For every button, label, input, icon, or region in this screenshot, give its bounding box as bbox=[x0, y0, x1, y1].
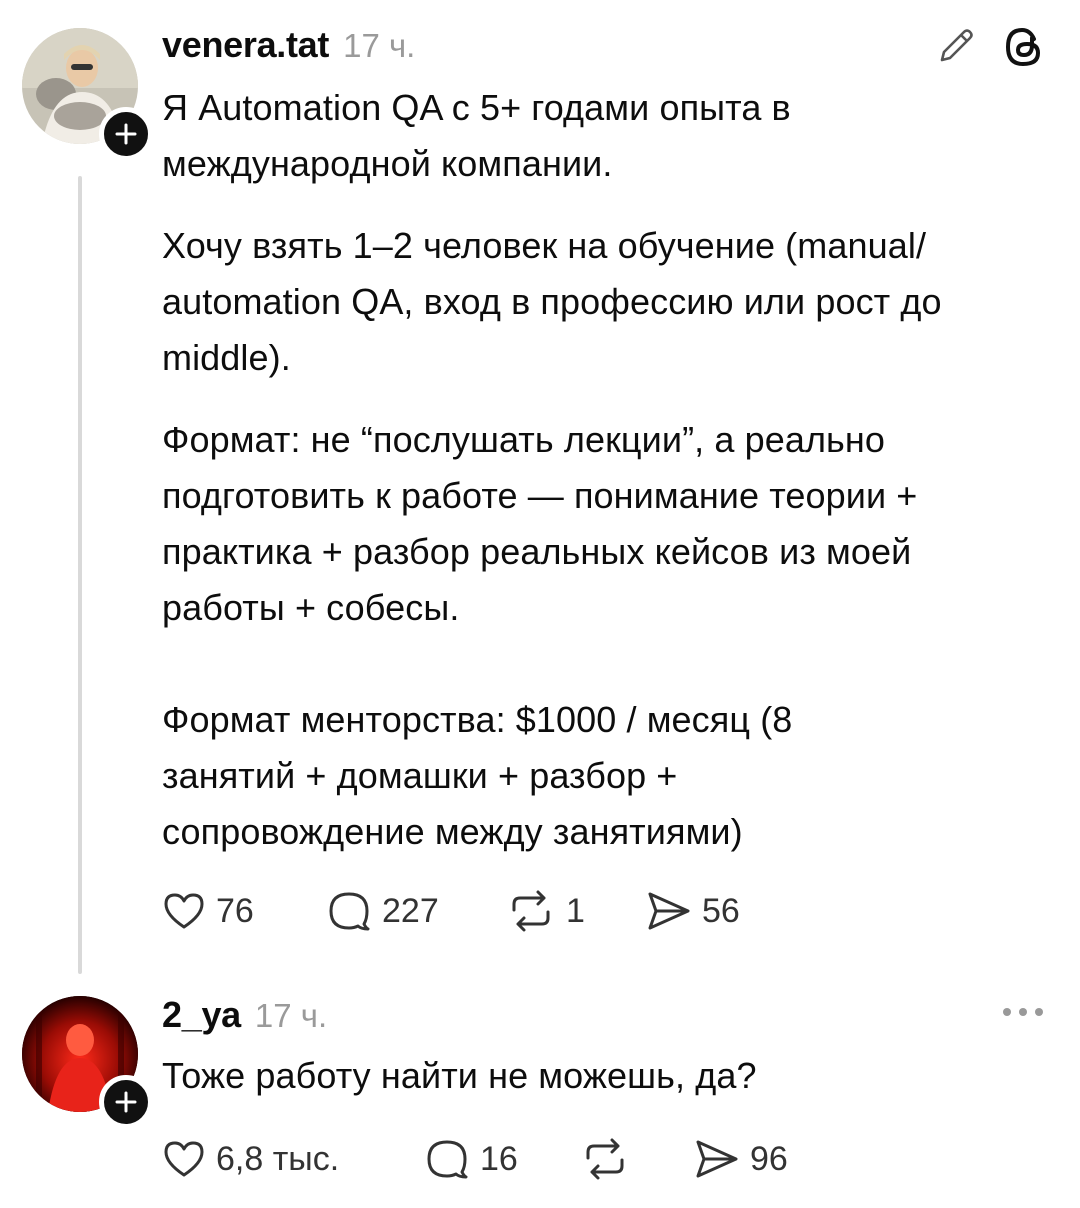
post-paragraph-2: Хочу взять 1–2 человек на обучение (manu… bbox=[162, 225, 942, 378]
post-paragraph-3: Формат: не “послушать лекции”, а реально… bbox=[162, 419, 918, 628]
post-paragraph-1: Я Automation QA с 5+ годами опыта в межд… bbox=[162, 87, 791, 184]
reply-time: 17 ч. bbox=[254, 997, 328, 1034]
reply-like-count: 6,8 тыс. bbox=[216, 1139, 340, 1178]
reply-like-button[interactable]: 6,8 тыс. bbox=[162, 1137, 424, 1181]
more-icon[interactable] bbox=[1000, 1002, 1046, 1027]
share-button[interactable]: 56 bbox=[646, 888, 740, 934]
post-paragraph-4: Формат менторства: $1000 / месяц (8 заня… bbox=[162, 699, 793, 852]
repost-button[interactable]: 1 bbox=[506, 888, 646, 934]
post-header: venera.tat 17 ч. bbox=[162, 24, 415, 66]
comment-count: 227 bbox=[382, 891, 439, 930]
comment-button[interactable]: 227 bbox=[326, 888, 506, 934]
post-body: Я Automation QA с 5+ годами опыта в межд… bbox=[162, 80, 1042, 860]
share-icon bbox=[648, 892, 690, 930]
reply-body: Тоже работу найти не можешь, да? bbox=[162, 1055, 757, 1096]
threads-logo-icon[interactable] bbox=[1000, 24, 1046, 75]
like-count: 76 bbox=[216, 891, 254, 930]
repost-count: 1 bbox=[566, 891, 585, 930]
thread-connector-line bbox=[78, 176, 82, 974]
reply-share-count: 96 bbox=[750, 1139, 788, 1178]
reply-actions: 6,8 тыс. 16 96 bbox=[162, 1136, 788, 1182]
plus-icon bbox=[115, 1091, 137, 1113]
share-icon bbox=[696, 1140, 738, 1178]
follow-plus-badge[interactable] bbox=[99, 1075, 153, 1129]
follow-plus-badge[interactable] bbox=[99, 107, 153, 161]
comment-icon bbox=[427, 1140, 468, 1179]
reply-share-button[interactable]: 96 bbox=[694, 1136, 788, 1182]
reply-comment-button[interactable]: 16 bbox=[424, 1136, 580, 1182]
reply-comment-count: 16 bbox=[480, 1139, 518, 1178]
reply-username[interactable]: 2_ya bbox=[162, 994, 241, 1036]
like-button[interactable]: 76 bbox=[162, 889, 326, 933]
repost-icon bbox=[512, 890, 550, 932]
username[interactable]: venera.tat bbox=[162, 24, 329, 66]
heart-icon bbox=[164, 893, 204, 929]
post-actions: 76 227 1 56 bbox=[162, 888, 740, 934]
post-time: 17 ч. bbox=[343, 27, 416, 64]
share-count: 56 bbox=[702, 891, 740, 930]
heart-icon bbox=[164, 1141, 204, 1177]
reply-header: 2_ya 17 ч. bbox=[162, 994, 327, 1036]
repost-icon bbox=[586, 1138, 624, 1180]
plus-icon bbox=[115, 123, 137, 145]
pencil-icon[interactable] bbox=[934, 24, 978, 73]
comment-icon bbox=[329, 892, 370, 931]
reply-repost-button[interactable] bbox=[580, 1136, 694, 1182]
